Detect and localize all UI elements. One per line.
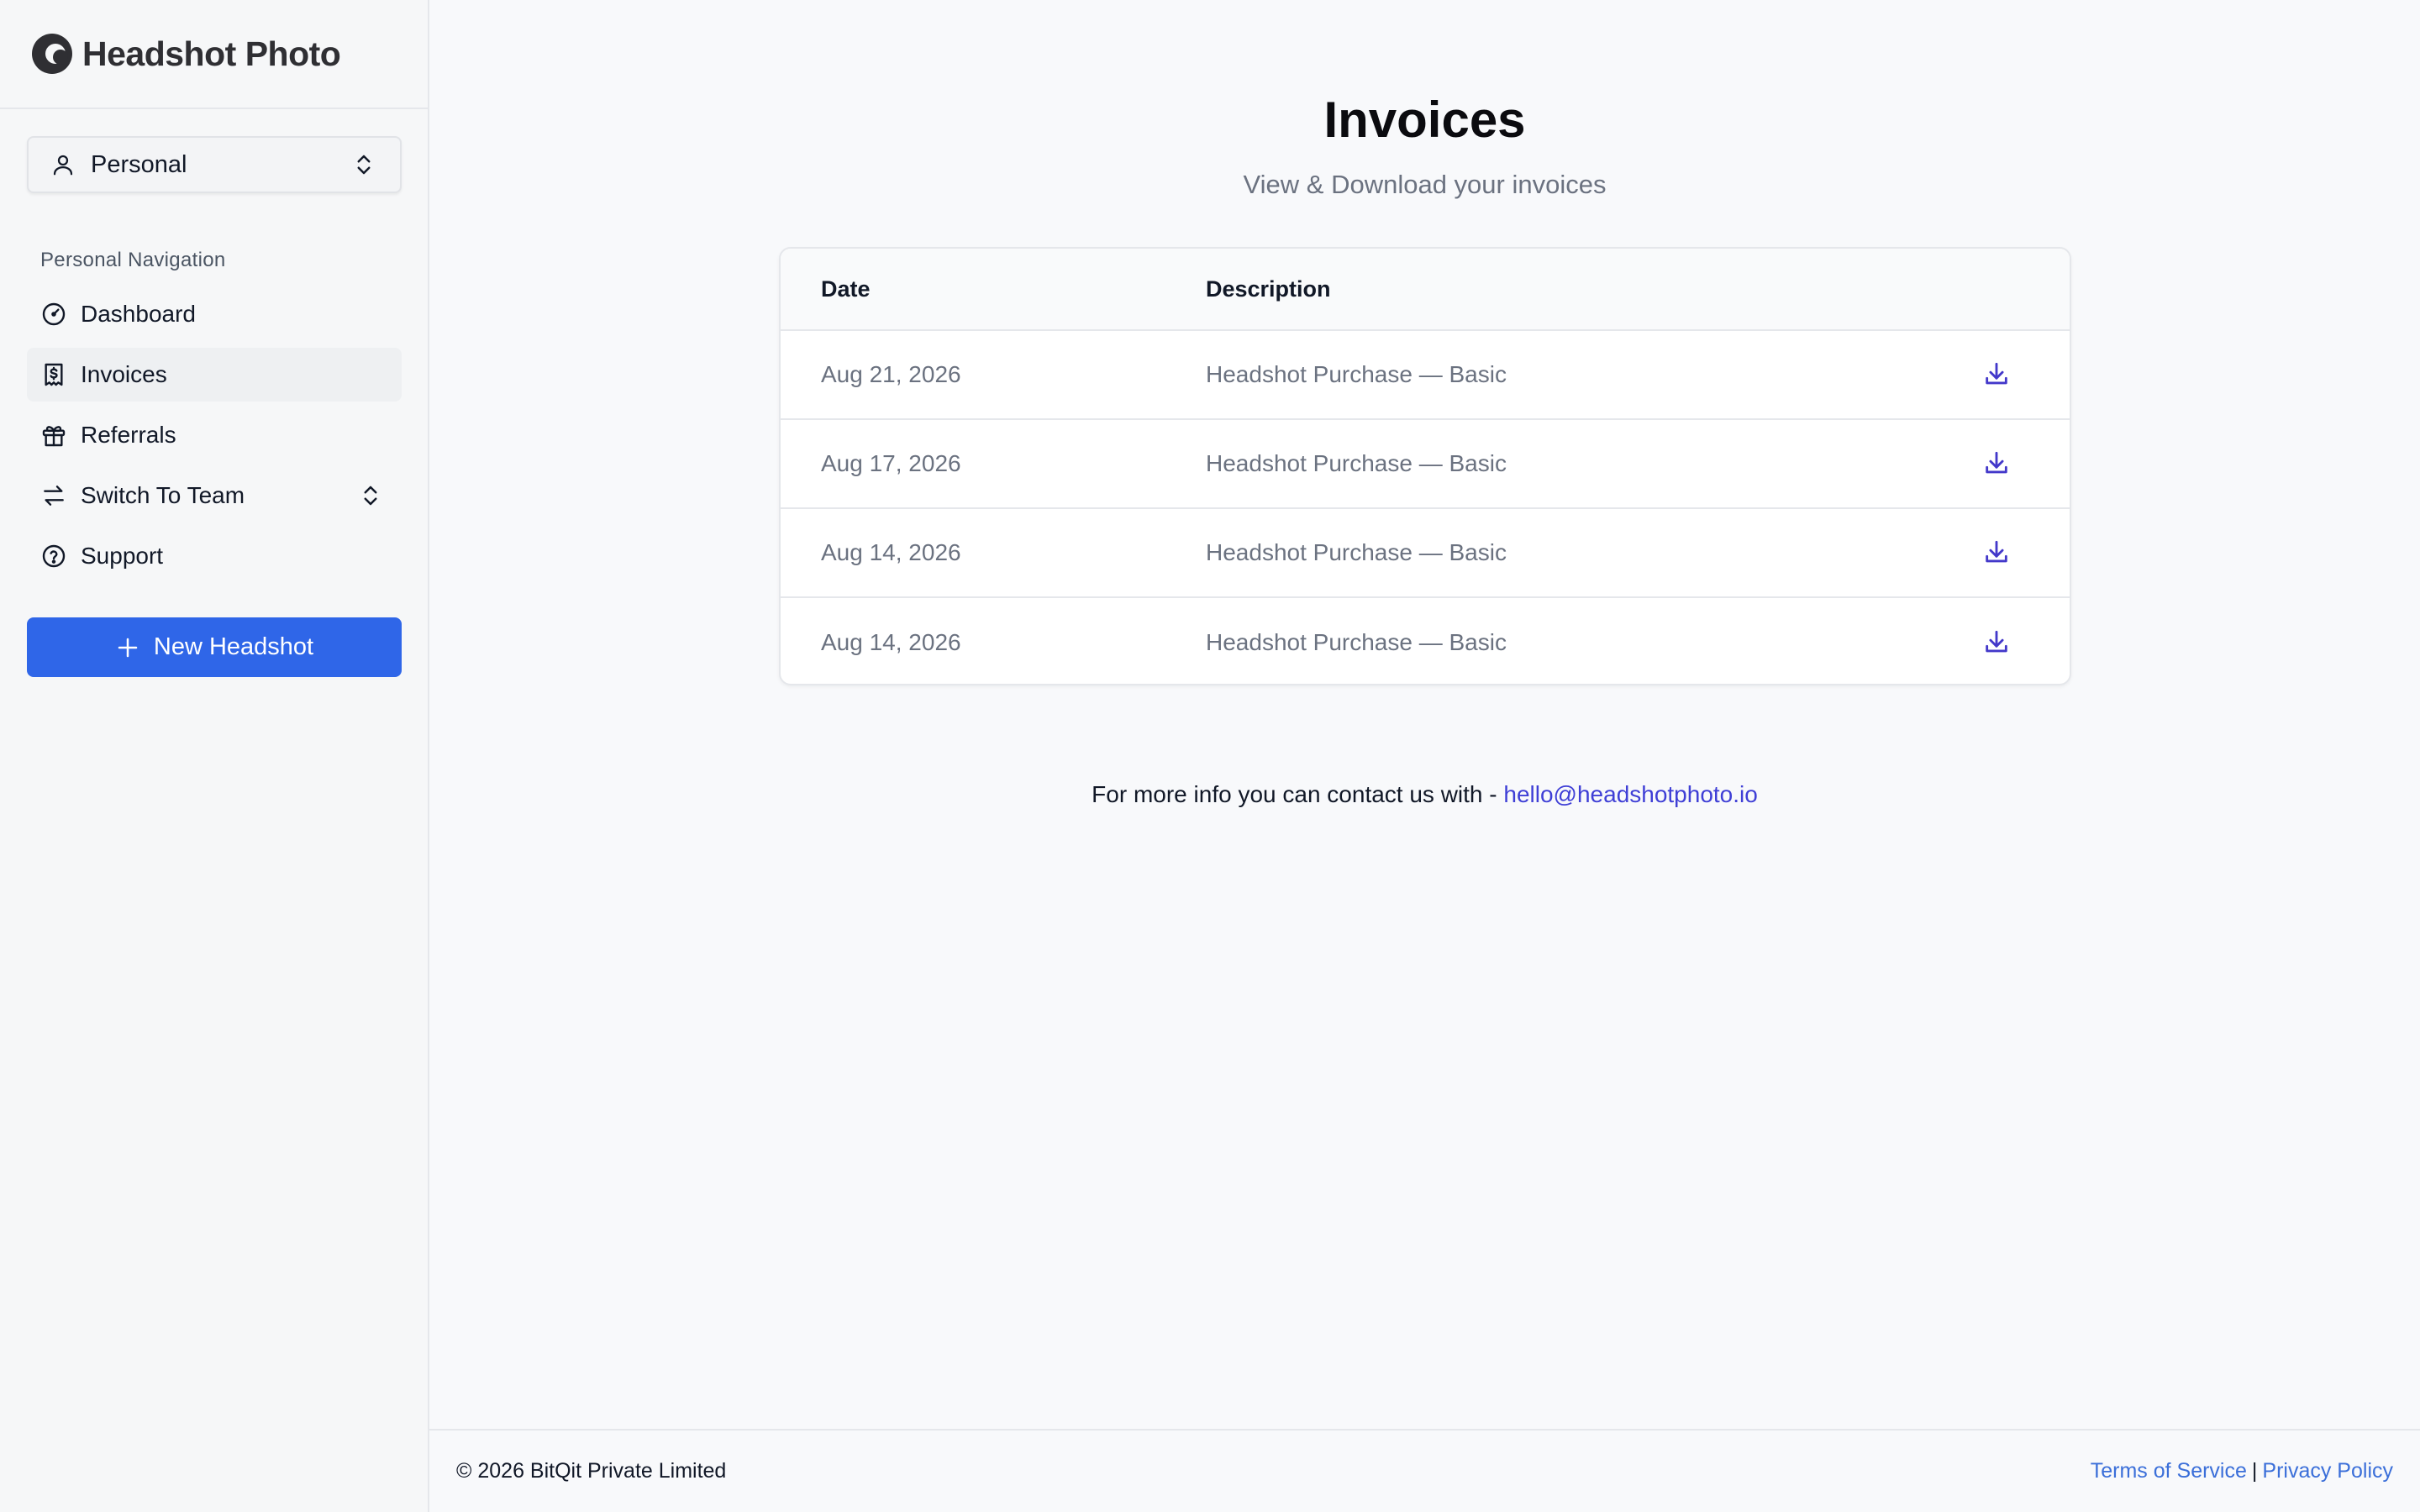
footer-separator: | — [2251, 1459, 2258, 1483]
invoice-description: Headshot Purchase — Basic — [1206, 450, 1507, 476]
gift-icon — [42, 426, 66, 447]
sidebar-item-referrals[interactable]: Referrals — [27, 408, 402, 462]
invoice-description: Headshot Purchase — Basic — [1206, 361, 1507, 387]
invoices-table: Date Description Aug 21, 2026 Headshot P… — [779, 247, 2071, 685]
contact-email-link[interactable]: hello@headshotphoto.io — [1503, 781, 1757, 807]
main-content: Invoices View & Download your invoices D… — [429, 0, 2420, 1512]
page-subtitle: View & Download your invoices — [1243, 170, 1607, 199]
receipt-icon — [45, 363, 63, 386]
column-header-date: Date — [821, 276, 871, 302]
sidebar-item-invoices[interactable]: Invoices — [27, 348, 402, 402]
table-row: Aug 21, 2026 Headshot Purchase — Basic — [781, 331, 2070, 420]
terms-link[interactable]: Terms of Service — [2091, 1459, 2247, 1483]
sidebar-item-support[interactable]: Support — [27, 529, 402, 583]
app-root: Headshot Photo Personal Personal Navigat… — [0, 0, 2420, 1512]
download-icon[interactable] — [1982, 628, 2011, 657]
invoice-date: Aug 17, 2026 — [821, 450, 961, 476]
sidebar-item-label: Switch To Team — [81, 482, 245, 508]
download-icon[interactable] — [1982, 449, 2011, 478]
sidebar-item-label: Invoices — [81, 361, 167, 387]
footer: © 2026 BitQit Private Limited Terms of S… — [429, 1429, 2420, 1512]
page-title: Invoices — [1323, 92, 1526, 148]
sidebar-nav: Dashboard Invoices Referrals Switch To T… — [27, 287, 402, 590]
sidebar-item-dashboard[interactable]: Dashboard — [27, 287, 402, 341]
user-icon — [53, 155, 73, 176]
table-row: Aug 14, 2026 Headshot Purchase — Basic — [781, 509, 2070, 598]
column-header-description: Description — [1206, 276, 1331, 302]
new-headshot-button[interactable]: New Headshot — [27, 617, 402, 677]
help-circle-icon — [42, 544, 66, 568]
sidebar-item-label: Dashboard — [81, 301, 196, 327]
account-selector-value: Personal — [91, 150, 187, 178]
brand-header[interactable]: Headshot Photo — [0, 0, 428, 109]
privacy-link[interactable]: Privacy Policy — [2262, 1459, 2393, 1483]
invoice-date: Aug 14, 2026 — [821, 629, 961, 655]
sidebar-item-label: Referrals — [81, 422, 176, 448]
nav-heading: Personal Navigation — [40, 249, 226, 271]
chevron-up-down-icon — [357, 155, 371, 175]
copyright: © 2026 BitQit Private Limited — [456, 1459, 727, 1483]
table-header: Date Description — [781, 249, 2070, 331]
chevron-up-down-icon — [364, 486, 377, 506]
account-selector[interactable]: Personal — [27, 136, 402, 193]
sidebar-item-label: Support — [81, 543, 164, 569]
contact-text: For more info you can contact us with - — [1092, 781, 1504, 807]
invoice-date: Aug 14, 2026 — [821, 539, 961, 565]
headshot-logo-icon — [32, 34, 72, 74]
invoice-description: Headshot Purchase — Basic — [1206, 539, 1507, 565]
sidebar-item-switch-to-team[interactable]: Switch To Team — [27, 469, 402, 522]
invoice-description: Headshot Purchase — Basic — [1206, 629, 1507, 655]
table-row: Aug 17, 2026 Headshot Purchase — Basic — [781, 420, 2070, 509]
brand-name: Headshot Photo — [82, 34, 341, 73]
sidebar: Headshot Photo Personal Personal Navigat… — [0, 0, 429, 1512]
gauge-icon — [42, 302, 66, 326]
download-icon[interactable] — [1982, 538, 2011, 567]
contact-line: For more info you can contact us with - … — [429, 781, 2420, 808]
footer-links: Terms of Service | Privacy Policy — [2091, 1459, 2393, 1483]
new-headshot-label: New Headshot — [153, 633, 314, 660]
download-icon[interactable] — [1982, 360, 2011, 389]
invoice-date: Aug 21, 2026 — [821, 361, 961, 387]
plus-icon — [118, 638, 138, 657]
switch-arrows-icon — [44, 486, 64, 506]
table-row: Aug 14, 2026 Headshot Purchase — Basic — [781, 598, 2070, 684]
